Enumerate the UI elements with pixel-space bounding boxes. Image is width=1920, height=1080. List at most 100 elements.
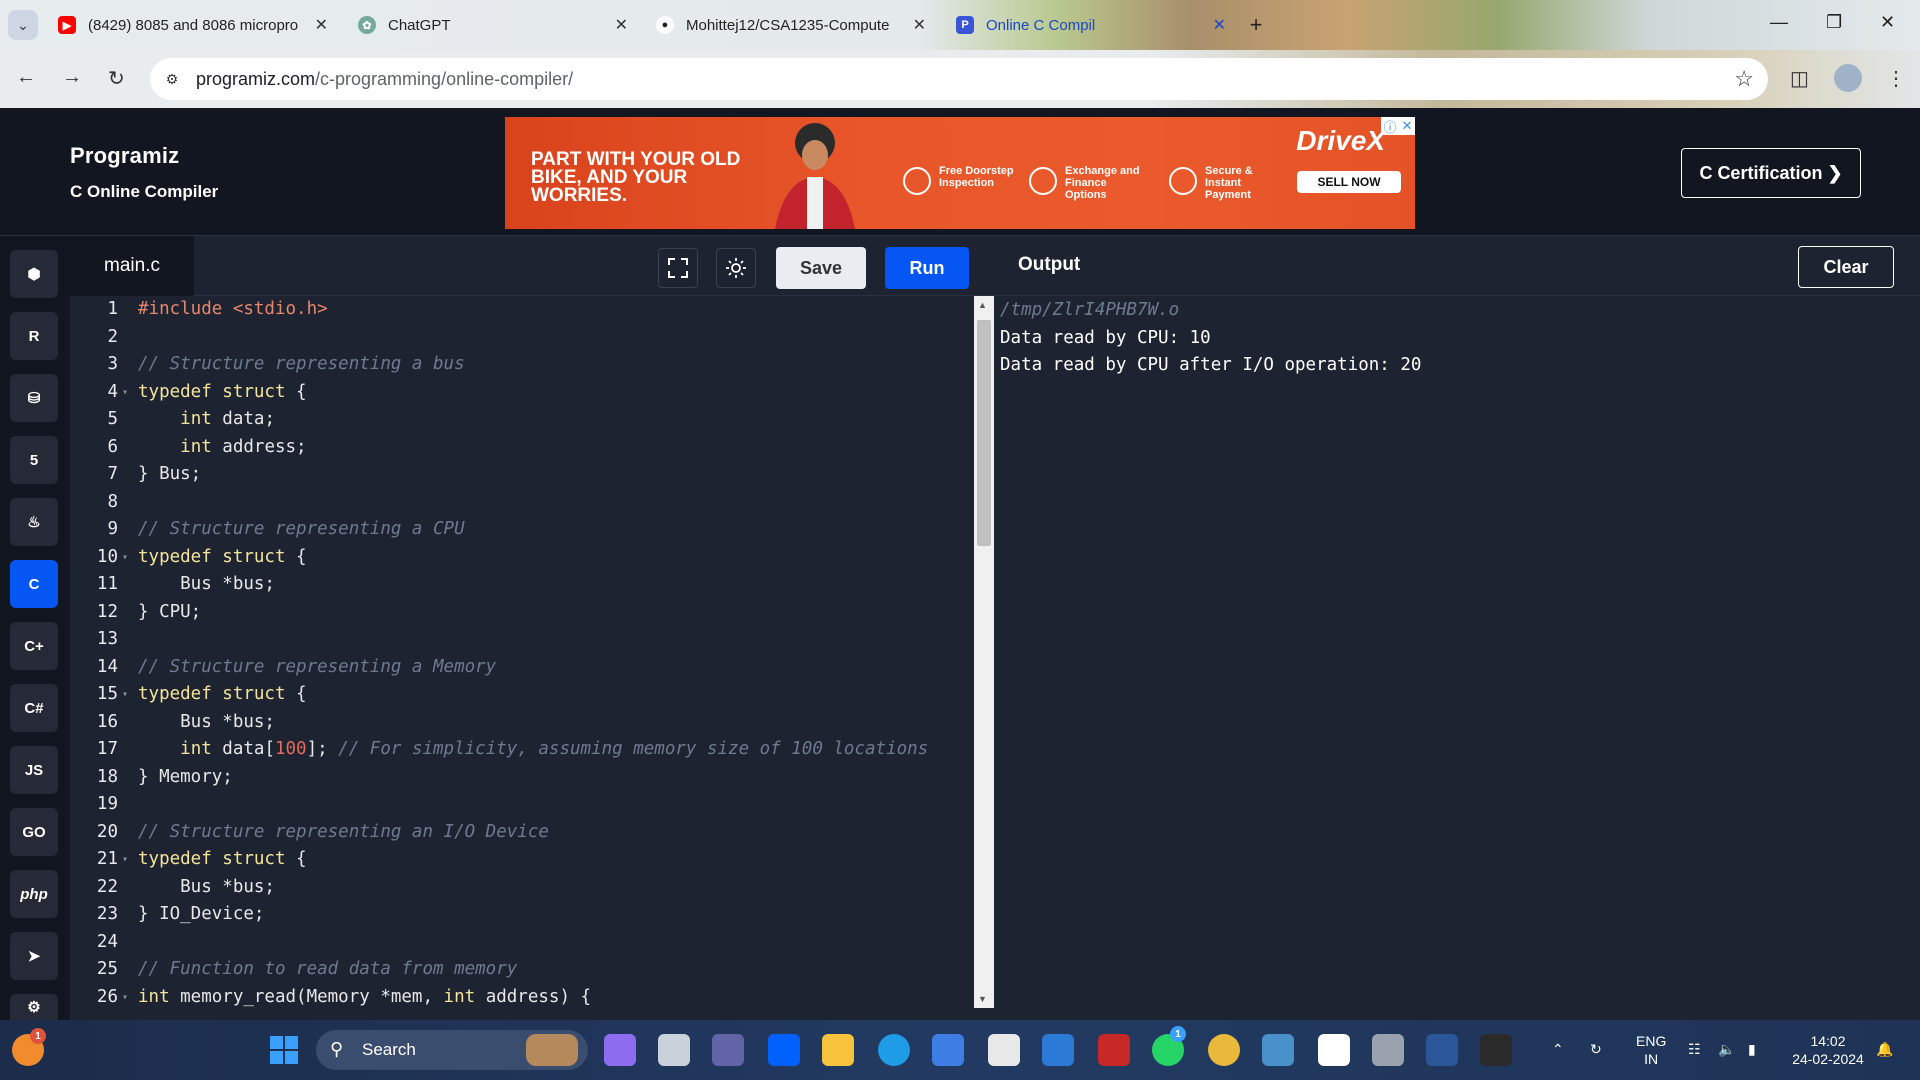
ad-cta-button[interactable]: SELL NOW [1297, 171, 1401, 193]
code-line[interactable]: 6 int address; [70, 434, 970, 462]
profile-avatar[interactable] [1834, 64, 1862, 92]
code-line[interactable]: 19 [70, 791, 970, 819]
code-line[interactable]: 3 // Structure representing a bus [70, 351, 970, 379]
terminal-icon[interactable] [1480, 1034, 1512, 1066]
code-line[interactable]: 12} CPU; [70, 599, 970, 627]
browser-tab-programiz[interactable]: P Online C Compil ✕ [956, 8, 1226, 42]
file-explorer-icon[interactable] [822, 1034, 854, 1066]
clock[interactable]: 14:02 24-02-2024 [1786, 1032, 1870, 1068]
code-line[interactable]: 2 [70, 324, 970, 352]
task-view-icon[interactable] [658, 1034, 690, 1066]
code-line[interactable]: 4 ▾ typedef struct { [70, 379, 970, 407]
csharp-icon[interactable]: C# [10, 684, 58, 732]
fold-arrow-icon[interactable]: ▾ [122, 544, 128, 572]
sql-icon[interactable]: ⛁ [10, 374, 58, 422]
code-line[interactable]: 16 Bus *bus; [70, 709, 970, 737]
code-line[interactable]: 21 ▾ typedef struct { [70, 846, 970, 874]
code-line[interactable]: 1 #include <stdio.h> [70, 296, 970, 324]
js-icon[interactable]: JS [10, 746, 58, 794]
python-icon[interactable]: ⬢ [10, 250, 58, 298]
code-line[interactable]: 14 // Structure representing a Memory [70, 654, 970, 682]
close-window-icon[interactable]: ✕ [1880, 12, 1895, 33]
url-text[interactable]: programiz.com/c-programming/online-compi… [196, 69, 573, 90]
fold-arrow-icon[interactable]: ▾ [122, 846, 128, 874]
code-line[interactable]: 8 [70, 489, 970, 517]
show-hidden-icons-icon[interactable]: ⌃ [1552, 1040, 1564, 1058]
language-indicator[interactable]: ENG IN [1636, 1032, 1666, 1068]
code-line[interactable]: 15 ▾ typedef struct { [70, 681, 970, 709]
code-line[interactable]: 22 Bus *bus; [70, 874, 970, 902]
whiteboard-icon[interactable] [1042, 1034, 1074, 1066]
fullscreen-icon[interactable] [658, 248, 698, 288]
side-panel-icon[interactable]: ◫ [1790, 66, 1809, 91]
code-line[interactable]: 5 int data; [70, 406, 970, 434]
settings-icon[interactable] [1372, 1034, 1404, 1066]
volume-icon[interactable]: 🔈 [1718, 1040, 1735, 1058]
amazon-icon[interactable] [988, 1034, 1020, 1066]
tab-search-button[interactable]: ⌄ [8, 10, 38, 40]
rust-icon[interactable]: ⚙ [10, 994, 58, 1020]
php-icon[interactable]: php [10, 870, 58, 918]
edge-icon[interactable] [878, 1034, 910, 1066]
bookmark-star-icon[interactable]: ☆ [1734, 66, 1754, 92]
teams-icon[interactable] [712, 1034, 744, 1066]
close-tab-icon[interactable]: ✕ [315, 15, 328, 35]
devcpp-icon[interactable] [1098, 1034, 1130, 1066]
fold-arrow-icon[interactable]: ▾ [122, 681, 128, 709]
notifications-bell-icon[interactable]: 🔔 [1876, 1040, 1893, 1058]
scroll-up-icon[interactable]: ▲ [978, 300, 987, 310]
chrome-icon[interactable] [1208, 1034, 1240, 1066]
browser-tab-chatgpt[interactable]: ✿ ChatGPT ✕ [358, 8, 628, 42]
copilot-icon[interactable] [604, 1034, 636, 1066]
run-button[interactable]: Run [885, 247, 969, 289]
go-icon[interactable]: GO [10, 808, 58, 856]
fold-arrow-icon[interactable]: ▾ [122, 984, 128, 1012]
clear-button[interactable]: Clear [1798, 246, 1894, 288]
file-tab-main-c[interactable]: main.c [70, 236, 194, 296]
minimize-icon[interactable]: — [1770, 12, 1788, 33]
battery-icon[interactable]: ▮ [1748, 1040, 1756, 1058]
code-line[interactable]: 18} Memory; [70, 764, 970, 792]
scrollbar-thumb[interactable] [977, 320, 991, 546]
reload-icon[interactable]: ↻ [108, 66, 125, 91]
browser-tab-github[interactable]: ● Mohittej12/CSA1235-Compute ✕ [656, 8, 926, 42]
html-icon[interactable]: 5 [10, 436, 58, 484]
java-icon[interactable]: ♨ [10, 498, 58, 546]
code-line[interactable]: 7} Bus; [70, 461, 970, 489]
c-icon[interactable]: C [10, 560, 58, 608]
start-icon[interactable] [268, 1034, 300, 1066]
c-certification-button[interactable]: C Certification ❯ [1681, 148, 1861, 198]
store-icon[interactable] [932, 1034, 964, 1066]
close-tab-icon[interactable]: ✕ [1213, 15, 1226, 35]
media-player-icon[interactable] [1318, 1034, 1350, 1066]
advertisement-banner[interactable]: PART WITH YOUR OLD BIKE, AND YOUR WORRIE… [505, 117, 1415, 229]
cpp-icon[interactable]: C+ [10, 622, 58, 670]
sync-icon[interactable]: ↻ [1590, 1040, 1602, 1058]
swift-icon[interactable]: ➤ [10, 932, 58, 980]
code-line[interactable]: 25 // Function to read data from memory [70, 956, 970, 984]
ad-close-icon[interactable]: ⓘ ✕ [1381, 117, 1415, 135]
wifi-icon[interactable]: ☷ [1688, 1040, 1701, 1058]
new-tab-icon[interactable]: + [1242, 11, 1270, 39]
fold-arrow-icon[interactable]: ▾ [122, 379, 128, 407]
taskbar-search-box[interactable]: ⚲ Search [316, 1030, 588, 1070]
r-icon[interactable]: R [10, 312, 58, 360]
ad-info-icon[interactable]: ⓘ [1384, 117, 1397, 136]
close-icon[interactable]: ✕ [1402, 118, 1413, 134]
browser-tab-youtube[interactable]: ▶ (8429) 8085 and 8086 micropro ✕ [58, 8, 328, 42]
code-line[interactable]: 11 Bus *bus; [70, 571, 970, 599]
code-line[interactable]: 13 [70, 626, 970, 654]
save-button[interactable]: Save [776, 247, 866, 289]
photos-icon[interactable] [1262, 1034, 1294, 1066]
code-line[interactable]: 20 // Structure representing an I/O Devic… [70, 819, 970, 847]
close-tab-icon[interactable]: ✕ [615, 15, 628, 35]
site-info-icon[interactable]: ⚙ [162, 69, 182, 89]
programiz-logo[interactable]: Programiz [70, 143, 179, 169]
output-console[interactable]: /tmp/ZlrI4PHB7W.o Data read by CPU: 10 Dat… [994, 296, 1920, 1020]
code-line[interactable]: 23} IO_Device; [70, 901, 970, 929]
browser-menu-icon[interactable]: ⋮ [1886, 66, 1906, 91]
code-line[interactable]: 26 ▾ int memory_read(Memory *mem, int addr… [70, 984, 970, 1012]
theme-toggle-icon[interactable] [716, 248, 756, 288]
word-icon[interactable] [1426, 1034, 1458, 1066]
address-bar[interactable]: ⚙ programiz.com/c-programming/online-com… [150, 58, 1768, 100]
